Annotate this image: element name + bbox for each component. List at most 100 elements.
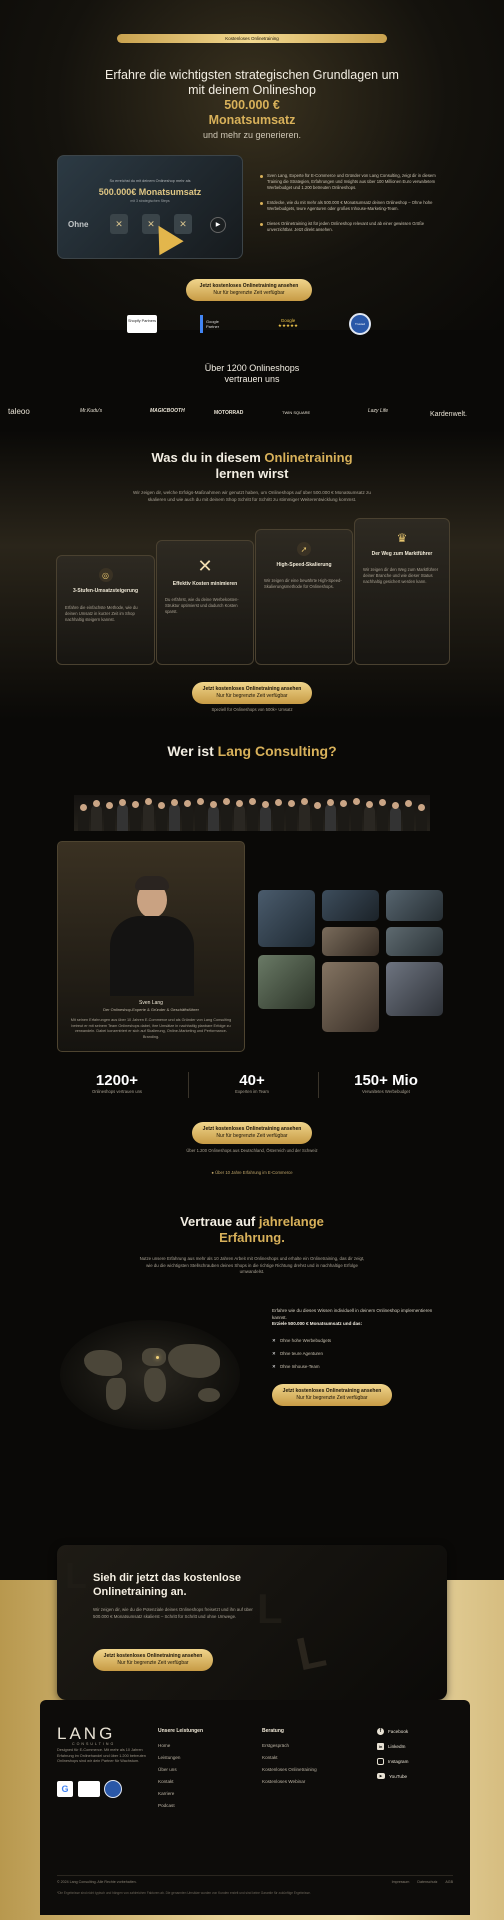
learn-intro: Wir zeigen dir, welche Erfolgs-Maßnahmen… xyxy=(133,490,371,502)
logo-motorrad: MOTORRAD xyxy=(214,410,244,416)
video-sub: mit 3 strategischen Steps xyxy=(130,199,170,203)
bullet-text: Dieses Onlinetraining ist für jeden Onli… xyxy=(267,221,425,232)
video-thumbnail[interactable]: So erreichst du mit deinem Onlineshop me… xyxy=(57,155,243,259)
cta-sub-label: Nur für begrenzte Zeit verfügbar xyxy=(296,1394,368,1401)
final-title-2: Onlinetraining an. xyxy=(93,1586,187,1598)
stat-label: Onlineshops vertrauen uns xyxy=(91,1089,143,1094)
team-photo xyxy=(74,795,430,831)
bullet-item: Entdecke, wie du mit mehr als 500.000 € … xyxy=(260,200,450,212)
gallery-photo xyxy=(386,962,443,1016)
logo-twinsquare: TWIN SQUARE xyxy=(282,410,311,415)
final-text: Wir zeigen dir, wie du die Potenziale de… xyxy=(93,1607,253,1619)
hero-line-3: und mehr zu generieren. xyxy=(202,130,302,140)
rocket-icon: ➚ xyxy=(297,542,311,556)
final-cta-button[interactable]: Jetzt kostenloses Onlinetraining ansehen… xyxy=(93,1649,213,1671)
footer-logo: LANG xyxy=(57,1724,116,1743)
learn-cta-note: Speziell für Onlineshops von 500k+ Umsat… xyxy=(211,707,293,712)
logo-kardenwelt: Kardenwelt. xyxy=(430,411,467,418)
footer-link[interactable]: Karriere xyxy=(158,1791,203,1796)
footer-col2-title: Beratung xyxy=(262,1728,284,1734)
hero-highlight-2: Monatsumsatz xyxy=(208,113,296,127)
footer-legal-link[interactable]: AGB xyxy=(445,1880,453,1884)
footer-legal-link[interactable]: Datenschutz xyxy=(417,1880,437,1884)
cta-sub-label: Nur für begrenzte Zeit verfügbar xyxy=(216,1133,288,1139)
footer-link[interactable]: Erstgespräch xyxy=(262,1743,317,1748)
x-check-icon: ✕ xyxy=(272,1337,276,1343)
bullet-dot-icon xyxy=(260,202,263,205)
brand-mark-icon: L xyxy=(65,1555,87,1596)
video-top-text: So erreichst du mit deinem Onlineshop me… xyxy=(109,179,191,183)
video-left-label: Ohne xyxy=(68,220,89,229)
video-title: 500.000€ Monatsumsatz xyxy=(98,187,202,197)
badge-google-partner: Google Partner xyxy=(200,315,232,333)
hero-cta-button[interactable]: Jetzt kostenloses Onlinetraining ansehen… xyxy=(186,279,312,301)
stat-item: 40+ Experten im Team xyxy=(192,1072,312,1095)
footer-link[interactable]: Home xyxy=(158,1743,203,1748)
footer-col1-title: Unsere Leistungen xyxy=(158,1728,204,1734)
hero-line-1: Erfahre die wichtigsten strategischen Gr… xyxy=(105,68,399,82)
card-title: Effektiv Kosten minimieren xyxy=(172,581,238,587)
x-check-icon: ✕ xyxy=(272,1350,276,1356)
footer-link[interactable]: Kostenloses Onlinetraining xyxy=(262,1767,317,1772)
play-button[interactable]: ▶ xyxy=(210,217,226,233)
card-text: Erfahre die einfachste Methode, wie du d… xyxy=(65,604,138,622)
gallery-photo xyxy=(258,955,315,1009)
social-instagram[interactable]: Instagram xyxy=(377,1758,408,1765)
stats-cta-button[interactable]: Jetzt kostenloses Onlinetraining ansehen… xyxy=(192,1122,312,1144)
footer-link[interactable]: Leistungen xyxy=(158,1755,203,1760)
card-title: Der Weg zum Marktführer xyxy=(371,551,433,557)
social-facebook[interactable]: f Facebook xyxy=(377,1728,408,1735)
learn-card-2: ✕ Effektiv Kosten minimieren Du erfährst… xyxy=(156,540,254,665)
footer-link[interactable]: Kontakt xyxy=(262,1755,317,1760)
badge-shopify: Shopify Partners xyxy=(127,315,157,333)
gallery-photo xyxy=(386,927,443,956)
brand-mark-icon: L xyxy=(291,1623,331,1681)
bullet-item: Dieses Onlinetraining ist für jeden Onli… xyxy=(260,221,450,233)
stats-cta-note: Über 1.200 Onlineshops aus Deutschland, … xyxy=(186,1148,318,1153)
social-youtube[interactable]: ▶ YouTube xyxy=(377,1773,408,1779)
x-check-icon: ✕ xyxy=(272,1363,276,1369)
trust-title-1: Über 1200 Onlineshops xyxy=(204,363,300,373)
badge-trusted-footer xyxy=(104,1780,122,1798)
badge-trusted-shops: Trusted Shops xyxy=(349,313,371,335)
stat-number: 1200+ xyxy=(95,1072,139,1089)
instagram-icon xyxy=(377,1758,384,1765)
footer-brand-text: Designed für E-Commerce. Mit mehr als 10… xyxy=(57,1748,146,1763)
card-text: Wir zeigen dir eine bewährte High-Speed-… xyxy=(264,578,342,589)
footer-link[interactable]: Kostenloses Webinar xyxy=(262,1779,317,1784)
learn-title-2: lernen wirst xyxy=(215,466,289,481)
gallery-photo xyxy=(258,890,315,947)
footer-legal-link[interactable]: Impressum xyxy=(392,1880,410,1884)
footer-link[interactable]: Über uns xyxy=(158,1767,203,1772)
cta-main-label: Jetzt kostenloses Onlinetraining ansehen xyxy=(202,686,302,692)
learn-cta-button[interactable]: Jetzt kostenloses Onlinetraining ansehen… xyxy=(192,682,312,704)
deer-icon: ♛ xyxy=(396,531,408,545)
who-title: Wer ist Lang Consulting? xyxy=(167,743,337,759)
hero-line-2: mit deinem Onlineshop xyxy=(188,83,316,97)
stat-number: 150+ Mio xyxy=(354,1072,418,1089)
bullet-dot-icon xyxy=(260,175,263,178)
world-map xyxy=(60,1320,240,1430)
hero-bullets: Sven Lang, Experte für E-Commerce und Gr… xyxy=(260,173,450,233)
card-title: 3-Stufen-Umsatzsteigerung xyxy=(72,588,138,594)
learn-card-1: ◎ 3-Stufen-Umsatzsteigerung Erfahre die … xyxy=(56,555,155,665)
top-badge: Kostenloses Onlinetraining xyxy=(117,34,387,43)
footer-link[interactable]: Kontakt xyxy=(158,1779,203,1784)
learn-title: Was du in diesem Onlinetraining xyxy=(151,450,353,465)
founder-name: Sven Lang xyxy=(139,1000,163,1006)
bullet-text: Sven Lang, Experte für E-Commerce und Gr… xyxy=(267,173,436,190)
experience-eyebrow: ● Über 10 Jahre Erfahrung im E-Commerce xyxy=(211,1170,293,1175)
footer-divider xyxy=(57,1875,453,1876)
footer-link[interactable]: Podcast xyxy=(158,1803,203,1808)
final-cta-panel: L L L Sieh dir jetzt das kostenlose Onli… xyxy=(57,1545,447,1700)
experience-cta-button[interactable]: Jetzt kostenloses Onlinetraining ansehen… xyxy=(272,1383,392,1406)
stat-divider xyxy=(188,1072,189,1098)
experience-right-intro: Erfahre wie du dieses Wissen individuell… xyxy=(272,1308,433,1320)
check-item: ✕ Ohne teure Agenturen xyxy=(272,1350,323,1356)
cta-sub-label: Nur für begrenzte Zeit verfügbar xyxy=(213,290,285,296)
social-linkedin[interactable]: in LinkedIn xyxy=(377,1743,408,1750)
experience-text: Nutze unsere Erfahrung aus mehr als 10 J… xyxy=(139,1256,365,1274)
target-icon: ◎ xyxy=(98,568,113,582)
check-item: ✕ Ohne Inhouse-Team xyxy=(272,1363,320,1369)
experience-right-bold: Erziele 500.000 € Monatsumsatz und das: xyxy=(272,1321,363,1326)
